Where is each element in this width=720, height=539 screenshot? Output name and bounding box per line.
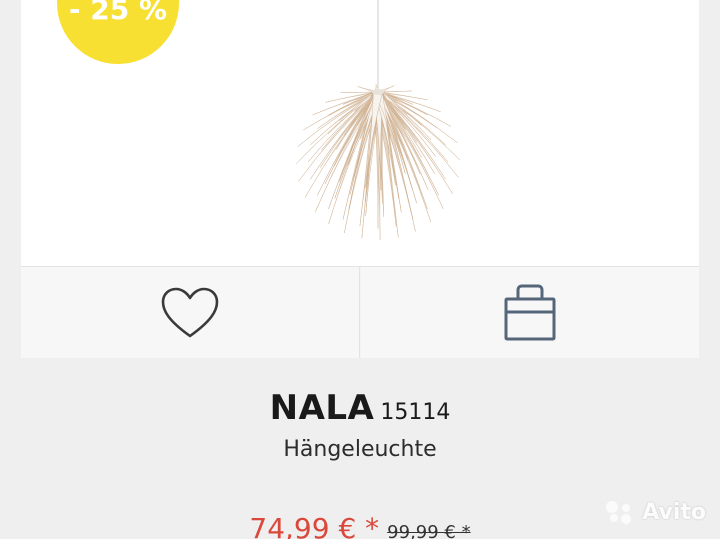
add-to-cart-button[interactable] <box>361 267 699 358</box>
product-title: NALA 15114 <box>0 388 720 428</box>
product-name: NALA <box>269 388 375 428</box>
product-number: 15114 <box>380 400 451 425</box>
discount-badge: - 25 % <box>57 0 179 64</box>
product-page: - 25 % NALA 15114 Hängeleuchte 74,99 € * 9… <box>0 0 720 539</box>
product-card: - 25 % <box>21 0 699 358</box>
avito-watermark: Avito <box>604 499 706 525</box>
watermark-text: Avito <box>642 499 706 525</box>
current-price: 74,99 € * <box>249 512 380 539</box>
product-subtitle: Hängeleuchte <box>283 437 437 462</box>
product-image-area[interactable]: - 25 % <box>21 0 699 267</box>
old-price: 99,99 € * <box>387 522 471 539</box>
heart-icon <box>161 287 219 337</box>
discount-badge-text: - 25 % <box>68 0 168 26</box>
shopping-bag-icon <box>504 284 556 340</box>
wishlist-button[interactable] <box>21 267 360 358</box>
avito-logo-icon <box>606 501 632 524</box>
product-image[interactable] <box>278 0 478 240</box>
